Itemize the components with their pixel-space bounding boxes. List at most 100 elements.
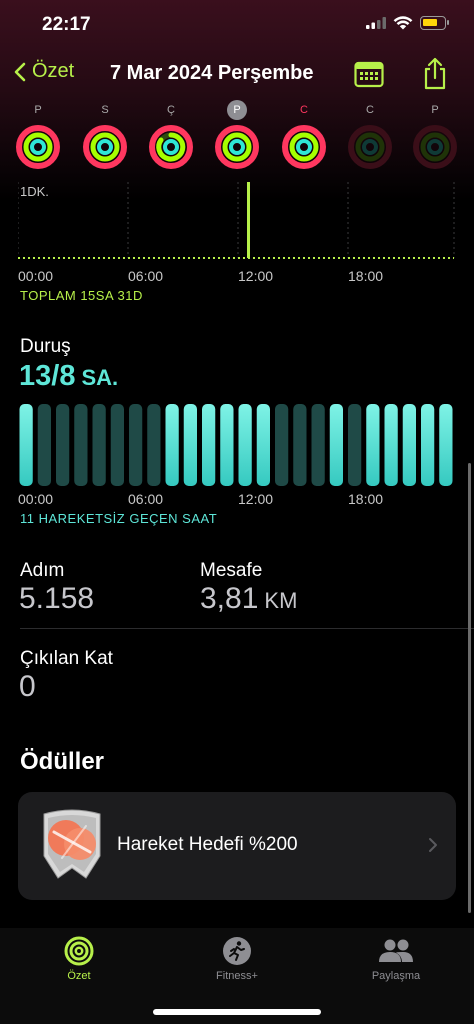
stand-bar-inactive (129, 404, 143, 486)
day-label: Ç (167, 104, 175, 116)
stand-bar-active (439, 404, 453, 486)
floors-value: 0 (19, 670, 36, 703)
home-indicator (153, 1009, 321, 1015)
day-label: S (101, 104, 109, 116)
navigation-bar: Özet 7 Mar 2024 Perşembe (0, 54, 474, 98)
tab-label: Özet (67, 970, 91, 982)
stand-bar-active (238, 404, 252, 486)
stand-bar-active (421, 404, 435, 486)
stand-bar-active (256, 404, 270, 486)
battery-icon (420, 16, 449, 30)
stand-bar-inactive (74, 404, 88, 486)
stand-title: Duruş (20, 336, 71, 357)
tick-label: 00:00 (18, 491, 54, 507)
tick-label: 12:00 (238, 491, 274, 507)
back-label: Özet (32, 60, 75, 82)
day-label: P (431, 104, 439, 116)
activity-rings-icon (149, 125, 193, 169)
stand-bar-inactive (348, 404, 362, 486)
distance-label: Mesafe (200, 560, 263, 581)
distance-value-number: 3,81 (200, 582, 259, 615)
stand-bar-active (19, 404, 33, 486)
tick-label: 12:00 (238, 268, 274, 284)
activity-rings-icon (413, 125, 457, 169)
tab-fitness-plus[interactable]: Fitness+ (196, 936, 278, 982)
distance-unit: KM (264, 588, 298, 613)
day-item[interactable]: Ç (146, 100, 196, 170)
tick-label: 18:00 (348, 491, 384, 507)
tick-label: 06:00 (128, 268, 164, 284)
activity-rings-icon (215, 125, 259, 169)
stand-bar-inactive (56, 404, 70, 486)
stand-bar-inactive (293, 404, 307, 486)
day-label: P (34, 104, 42, 116)
back-button[interactable]: Özet (14, 60, 74, 83)
exercise-bar (247, 182, 250, 258)
activity-rings-icon (83, 125, 127, 169)
running-figure-icon (223, 937, 251, 965)
stand-bar-inactive (37, 404, 51, 486)
day-item[interactable]: P (410, 100, 460, 170)
distance-value: 3,81 KM (200, 582, 297, 616)
tick-label: 00:00 (18, 268, 54, 284)
award-label: Hareket Hedefi %200 (117, 834, 298, 855)
floors-label: Çıkılan Kat (20, 648, 113, 669)
day-label: C (366, 104, 374, 116)
stand-bar-active (220, 404, 234, 486)
stand-bar-active (402, 404, 416, 486)
award-card[interactable]: Hareket Hedefi %200 (18, 792, 456, 900)
activity-rings-icon (348, 125, 392, 169)
stand-time-axis: 00:00 06:00 12:00 18:00 (18, 491, 448, 507)
stand-bar-inactive (147, 404, 161, 486)
stand-value-number: 13/8 (19, 360, 76, 392)
tick-label: 06:00 (128, 491, 164, 507)
tab-label: Fitness+ (216, 970, 258, 982)
day-item-selected[interactable]: P (212, 100, 262, 170)
steps-value: 5.158 (19, 582, 95, 615)
chevron-left-icon (14, 62, 26, 81)
week-selector: P S Ç P C C P (0, 100, 474, 180)
day-item[interactable]: P (13, 100, 63, 170)
tab-summary[interactable]: Özet (44, 936, 114, 982)
day-item[interactable]: C (345, 100, 395, 170)
day-label: C (300, 104, 308, 116)
exercise-chart (18, 182, 455, 259)
exercise-total: TOPLAM 15SA 31D (20, 288, 143, 303)
chevron-right-icon (429, 838, 437, 852)
stand-bar-inactive (110, 404, 124, 486)
move-goal-badge-icon (43, 809, 101, 879)
stand-bar-inactive (275, 404, 289, 486)
stand-summary: 11 HAREKETSİZ GEÇEN SAAT (20, 511, 218, 526)
activity-rings-icon (16, 125, 60, 169)
calendar-icon[interactable] (354, 60, 384, 88)
people-icon (379, 939, 413, 962)
tab-label: Paylaşma (371, 970, 421, 982)
wifi-icon (393, 16, 413, 30)
day-item[interactable]: S (80, 100, 130, 170)
day-label: P (227, 100, 247, 120)
stand-value: 13/8 SA. (19, 360, 118, 393)
stand-bar-active (329, 404, 343, 486)
status-time: 22:17 (42, 14, 91, 35)
divider (20, 628, 474, 629)
tick-label: 18:00 (348, 268, 384, 284)
stand-bar-active (384, 404, 398, 486)
share-icon[interactable] (422, 57, 448, 91)
stand-bar-active (165, 404, 179, 486)
status-bar: 22:17 (0, 0, 474, 50)
activity-rings-icon (282, 125, 326, 169)
stand-bar-active (202, 404, 216, 486)
stand-bar-inactive (311, 404, 325, 486)
stand-bar-active (183, 404, 197, 486)
stand-bar-active (366, 404, 380, 486)
day-item[interactable]: C (279, 100, 329, 170)
stand-bar-inactive (92, 404, 106, 486)
stand-chart (19, 404, 453, 486)
scroll-indicator[interactable] (468, 463, 471, 913)
page-title: 7 Mar 2024 Perşembe (110, 62, 314, 84)
tab-sharing[interactable]: Paylaşma (358, 936, 434, 982)
cellular-signal-icon (366, 17, 386, 29)
steps-label: Adım (20, 560, 65, 581)
awards-title: Ödüller (20, 748, 105, 775)
activity-rings-tab-icon (64, 936, 94, 966)
